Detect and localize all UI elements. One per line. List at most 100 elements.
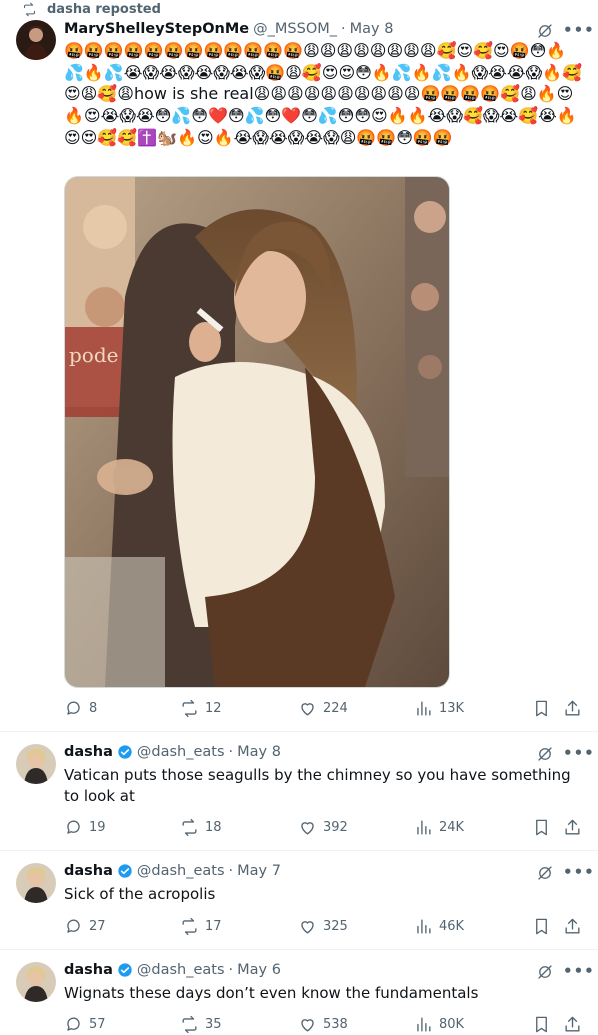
heart-icon	[301, 921, 314, 934]
repost-count: 18	[205, 820, 222, 835]
divider	[0, 949, 598, 950]
tweet-header: dasha @dash_eats · May 8	[64, 744, 281, 760]
timestamp[interactable]: May 6	[237, 962, 281, 978]
avatar[interactable]	[16, 20, 56, 60]
like-button[interactable]: 392	[298, 818, 348, 837]
like-count: 224	[323, 701, 348, 716]
grok-icon[interactable]	[536, 745, 554, 767]
handle[interactable]: @_MSSOM_	[253, 21, 337, 37]
tweet-header: dasha @dash_eats · May 6	[64, 962, 281, 978]
views-button[interactable]: 46K	[414, 917, 464, 936]
heart-icon	[301, 1019, 314, 1032]
more-icon[interactable]: •••	[563, 744, 595, 762]
reply-button[interactable]: 8	[64, 699, 97, 718]
tweet-text: 🤬🤬🤬🤬🤬🤬🤬🤬🤬🤬🤬🤬😩😩😩😩😩😩😩😩🥰😍🥰😍🤬😳🔥💦🔥💦😭😱😭😱😭😱😭😱🤬😩…	[64, 40, 584, 149]
avatar[interactable]	[16, 863, 56, 903]
more-icon[interactable]: •••	[563, 21, 595, 39]
views-button[interactable]: 24K	[414, 818, 464, 837]
views-icon	[417, 820, 431, 835]
bookmark-icon	[536, 819, 547, 836]
repost-label: dasha reposted	[47, 1, 161, 17]
reply-count: 57	[89, 1017, 106, 1032]
display-name[interactable]: dasha	[64, 744, 113, 760]
tweet-text: Sick of the acropolis	[64, 885, 216, 903]
avatar[interactable]	[16, 744, 56, 784]
reply-button[interactable]: 19	[64, 818, 106, 837]
handle[interactable]: @dash_eats	[137, 744, 225, 760]
share-icon	[565, 700, 580, 716]
handle[interactable]: @dash_eats	[137, 962, 225, 978]
tweet-text: Wignats these days don’t even know the f…	[64, 984, 479, 1002]
reply-icon	[67, 919, 80, 933]
views-icon	[417, 919, 431, 934]
reply-button[interactable]: 27	[64, 917, 106, 936]
reply-count: 19	[89, 820, 106, 835]
bookmark-button[interactable]	[532, 818, 551, 837]
views-icon	[417, 1017, 431, 1032]
repost-button[interactable]: 18	[180, 818, 222, 837]
repost-count: 17	[205, 919, 222, 934]
share-button[interactable]	[563, 699, 582, 718]
display-name[interactable]: MaryShelleyStepOnMe	[64, 21, 249, 37]
tweet-header: MaryShelleyStepOnMe @_MSSOM_ · May 8	[64, 21, 394, 37]
reply-button[interactable]: 57	[64, 1015, 106, 1034]
bookmark-icon	[536, 700, 547, 717]
view-count: 24K	[439, 820, 465, 835]
handle[interactable]: @dash_eats	[137, 863, 225, 879]
photo-sign-text: pode	[69, 343, 118, 367]
bookmark-icon	[536, 918, 547, 935]
timestamp[interactable]: May 8	[350, 21, 394, 37]
view-count: 46K	[439, 919, 465, 934]
verified-icon	[118, 864, 132, 878]
tweet-text: Vatican puts those seagulls by the chimn…	[64, 766, 571, 805]
reply-icon	[67, 701, 80, 715]
repost-count: 35	[205, 1017, 222, 1032]
avatar[interactable]	[16, 962, 56, 1002]
bookmark-button[interactable]	[532, 699, 551, 718]
repost-count: 12	[205, 701, 222, 716]
repost-icon	[182, 1015, 197, 1034]
grok-icon[interactable]	[536, 963, 554, 985]
more-icon[interactable]: •••	[563, 863, 595, 881]
more-icon[interactable]: •••	[563, 962, 595, 980]
share-icon	[565, 918, 580, 934]
repost-button[interactable]: 12	[180, 699, 222, 718]
timestamp[interactable]: May 8	[237, 744, 281, 760]
repost-icon	[182, 917, 197, 936]
share-button[interactable]	[563, 818, 582, 837]
views-button[interactable]: 80K	[414, 1015, 464, 1034]
verified-icon	[118, 963, 132, 977]
reply-count: 8	[89, 701, 98, 716]
display-name[interactable]: dasha	[64, 962, 113, 978]
reply-count: 27	[89, 919, 106, 934]
bookmark-button[interactable]	[532, 1015, 551, 1034]
bookmark-button[interactable]	[532, 917, 551, 936]
like-count: 325	[323, 919, 348, 934]
heart-icon	[301, 703, 314, 716]
share-button[interactable]	[563, 917, 582, 936]
view-count: 80K	[439, 1017, 465, 1032]
like-button[interactable]: 538	[298, 1015, 348, 1034]
repost-icon	[182, 818, 197, 837]
tweet-inline-text: how is she real	[133, 84, 254, 104]
share-icon	[565, 1016, 580, 1032]
divider	[0, 731, 598, 732]
tweet-photo[interactable]: pode	[64, 176, 450, 688]
reply-icon	[67, 1017, 80, 1031]
like-button[interactable]: 224	[298, 699, 348, 718]
bookmark-icon	[536, 1016, 547, 1033]
grok-icon[interactable]	[536, 864, 554, 886]
views-button[interactable]: 13K	[414, 699, 464, 718]
reply-icon	[67, 820, 80, 834]
timestamp[interactable]: May 7	[237, 863, 281, 879]
display-name[interactable]: dasha	[64, 863, 113, 879]
share-icon	[565, 819, 580, 835]
views-icon	[417, 701, 431, 716]
repost-button[interactable]: 17	[180, 917, 222, 936]
share-button[interactable]	[563, 1015, 582, 1034]
view-count: 13K	[439, 701, 465, 716]
repost-icon	[23, 2, 36, 16]
like-button[interactable]: 325	[298, 917, 348, 936]
like-count: 538	[323, 1017, 348, 1032]
repost-button[interactable]: 35	[180, 1015, 222, 1034]
